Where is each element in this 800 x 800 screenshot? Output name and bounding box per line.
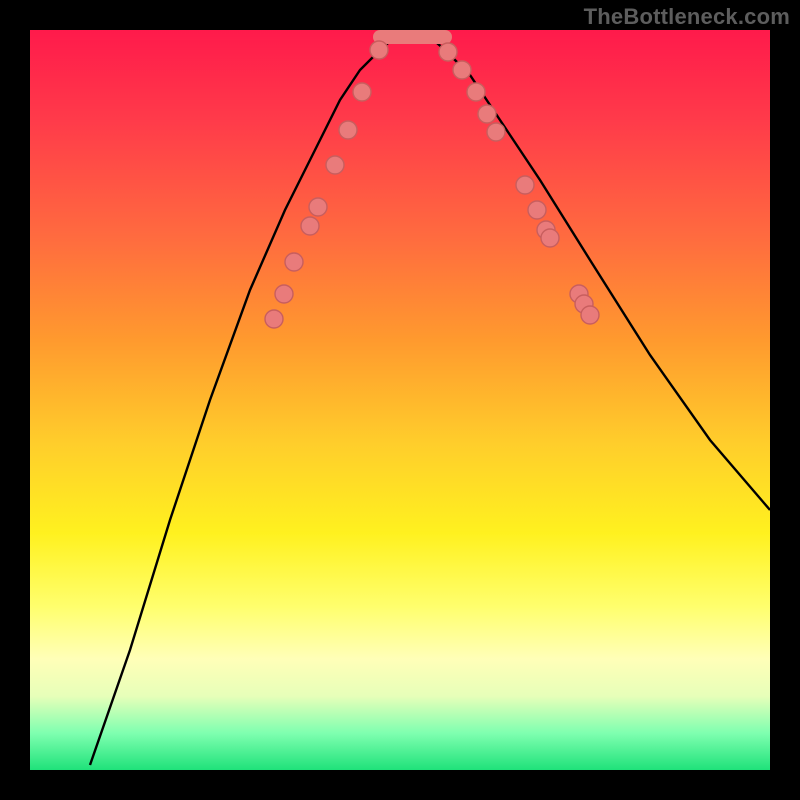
data-point [478, 105, 496, 123]
chart-stage: TheBottleneck.com [0, 0, 800, 800]
data-point [541, 229, 559, 247]
data-point [265, 310, 283, 328]
data-points-right [439, 43, 599, 324]
data-point [528, 201, 546, 219]
data-point [339, 121, 357, 139]
watermark-text: TheBottleneck.com [584, 4, 790, 30]
curve-svg [30, 30, 770, 770]
data-point [453, 61, 471, 79]
plot-area [30, 30, 770, 770]
data-point [370, 41, 388, 59]
data-point [487, 123, 505, 141]
data-point [516, 176, 534, 194]
data-point [275, 285, 293, 303]
data-point [467, 83, 485, 101]
data-point [285, 253, 303, 271]
data-point [581, 306, 599, 324]
data-points-left [265, 41, 388, 328]
data-point [301, 217, 319, 235]
bottleneck-curve [90, 37, 770, 765]
data-point [439, 43, 457, 61]
data-point [326, 156, 344, 174]
data-point [309, 198, 327, 216]
data-point [353, 83, 371, 101]
